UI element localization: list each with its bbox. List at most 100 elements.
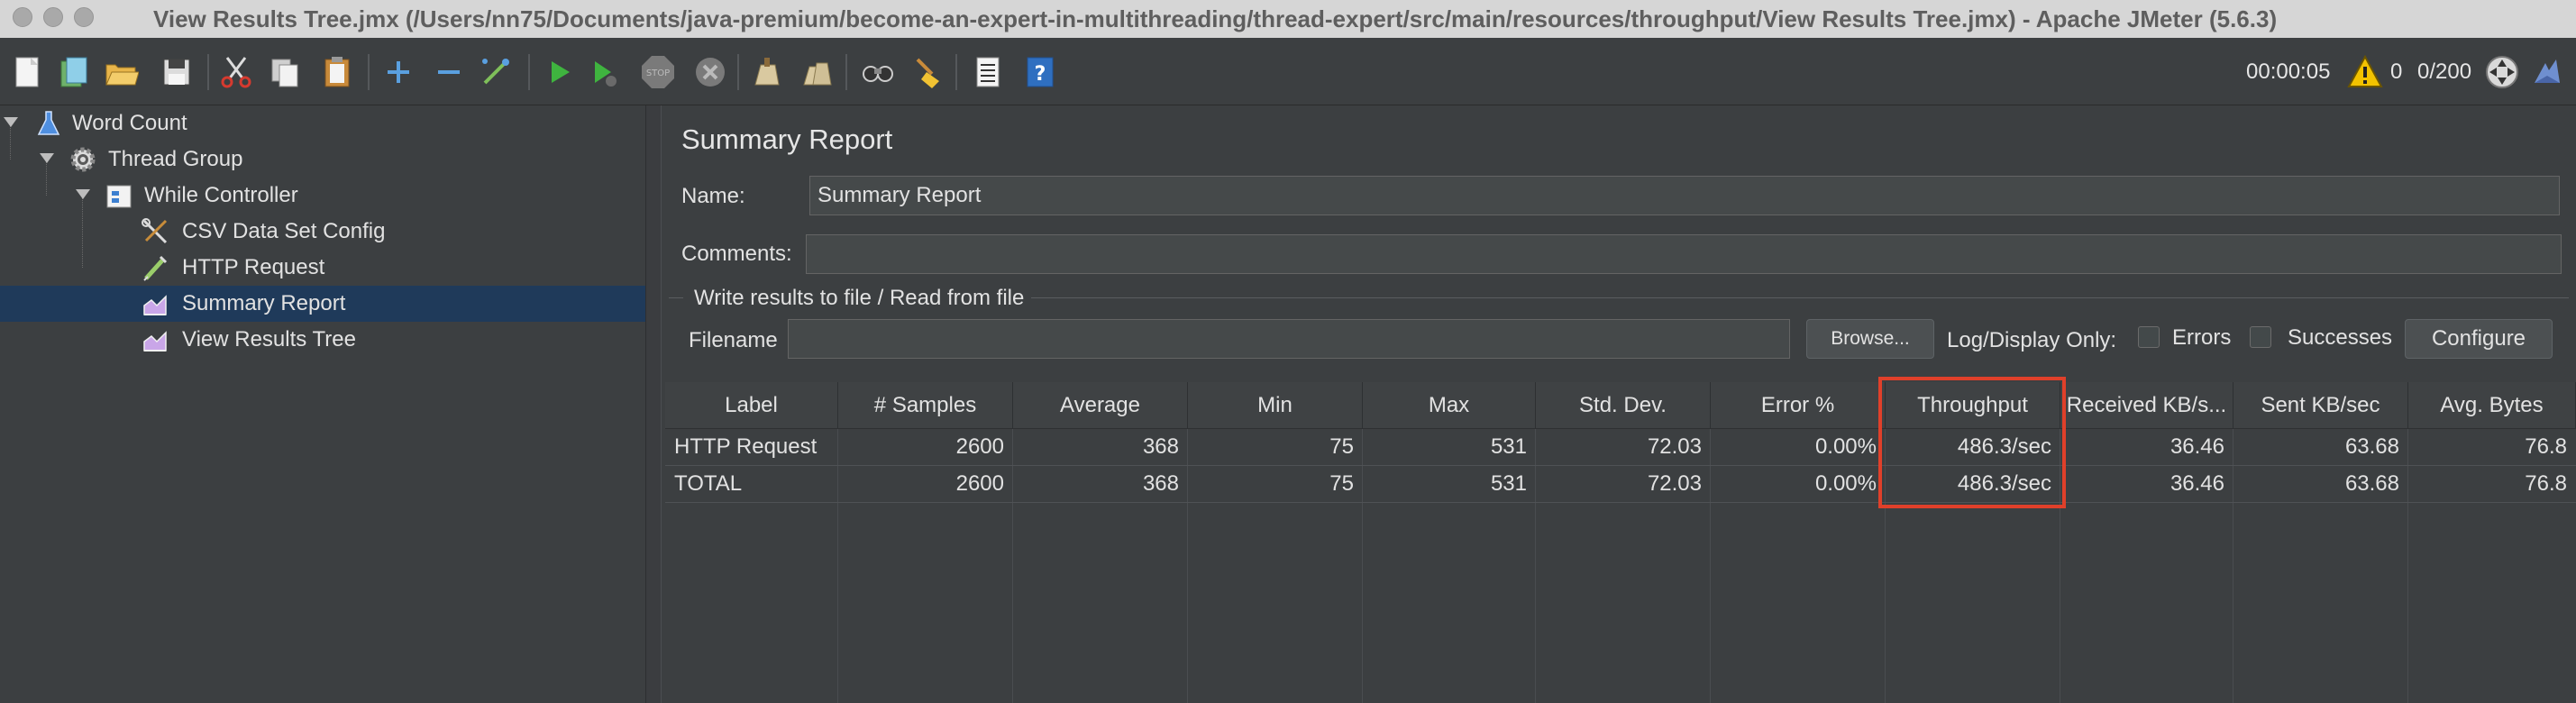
tree-item-view-results-tree[interactable]: View Results Tree (0, 322, 645, 358)
clear-all-icon[interactable] (799, 54, 835, 90)
table-cell: 63.68 (2344, 471, 2399, 496)
row-divider (665, 502, 2576, 503)
window-title: View Results Tree.jmx (/Users/nn75/Docum… (153, 5, 2278, 32)
column-header-samples[interactable]: # Samples (838, 382, 1013, 429)
browse-button[interactable]: Browse... (1806, 319, 1934, 359)
templates-icon[interactable] (56, 54, 92, 90)
controller-icon (106, 185, 132, 208)
warning-count: 0 (2390, 59, 2403, 84)
close-window-button[interactable] (13, 7, 32, 27)
tree-item-while-controller[interactable]: While Controller (0, 178, 645, 214)
stop-icon[interactable]: STOP (640, 54, 676, 90)
tree-item-label: Thread Group (108, 147, 243, 171)
column-header-sent-kb[interactable]: Sent KB/sec (2233, 382, 2408, 429)
successes-checkbox[interactable] (2250, 326, 2271, 348)
listener-icon (143, 331, 167, 352)
start-icon[interactable] (541, 54, 577, 90)
copy-icon[interactable] (267, 54, 303, 90)
table-cell: 63.68 (2344, 434, 2399, 459)
config-tools-icon (142, 218, 168, 244)
table-cell: 76.8 (2525, 434, 2567, 459)
column-header-average[interactable]: Average (1013, 382, 1188, 429)
comments-label: Comments: (681, 242, 792, 266)
file-group-title: Write results to file / Read from file (694, 286, 1025, 310)
tree-item-label: Summary Report (182, 291, 346, 315)
group-border (669, 297, 683, 298)
active-threads: 0/200 (2417, 59, 2472, 84)
comments-field[interactable] (806, 234, 2562, 274)
table-cell: 368 (1142, 434, 1179, 459)
table-cell: TOTAL (674, 471, 743, 496)
column-header-std-dev[interactable]: Std. Dev. (1536, 382, 1711, 429)
table-cell: 0.00% (1814, 434, 1877, 459)
column-header-received-kb[interactable]: Received KB/s... (2060, 382, 2233, 429)
svg-text:STOP: STOP (646, 68, 670, 78)
clear-icon[interactable] (748, 54, 784, 90)
search-icon[interactable] (860, 54, 896, 90)
table-cell: 2600 (955, 471, 1004, 496)
toolbar-separator (528, 54, 530, 90)
collapse-arrow-icon[interactable] (4, 117, 18, 127)
collapse-icon[interactable] (431, 54, 467, 90)
column-header-error-percent[interactable]: Error % (1711, 382, 1886, 429)
zoom-window-button[interactable] (74, 7, 94, 27)
tree-item-csv-data-set-config[interactable]: CSV Data Set Config (0, 214, 645, 250)
remote-engines-icon[interactable] (2484, 54, 2520, 90)
log-display-only-label: Log/Display Only: (1947, 328, 2117, 352)
panel-title: Summary Report (681, 123, 893, 155)
successes-label: Successes (2288, 325, 2393, 350)
tree-item-http-request[interactable]: HTTP Request (0, 250, 645, 286)
filename-field[interactable] (788, 319, 1790, 359)
tree-item-label: Word Count (72, 111, 187, 135)
tree-item-summary-report[interactable]: Summary Report (0, 286, 645, 322)
name-field[interactable]: Summary Report (809, 176, 2560, 215)
group-border (1031, 297, 2569, 298)
warning-icon[interactable] (2347, 54, 2383, 90)
tree-item-label: View Results Tree (182, 327, 356, 352)
start-no-pauses-icon[interactable] (586, 54, 622, 90)
new-icon[interactable] (9, 54, 45, 90)
toolbar-separator (207, 54, 209, 90)
collapse-arrow-icon[interactable] (40, 153, 54, 163)
expand-icon[interactable] (380, 54, 416, 90)
minimize-window-button[interactable] (43, 7, 63, 27)
save-icon[interactable] (159, 54, 195, 90)
collapse-arrow-icon[interactable] (76, 189, 90, 199)
errors-checkbox[interactable] (2138, 326, 2160, 348)
table-cell: 75 (1329, 471, 1354, 496)
table-cell: HTTP Request (674, 434, 818, 459)
tree-item-thread-group[interactable]: Thread Group (0, 142, 645, 178)
name-label: Name: (681, 184, 745, 208)
cut-icon[interactable] (218, 54, 254, 90)
table-cell: 2600 (955, 434, 1004, 459)
filename-label: Filename (689, 328, 778, 352)
summary-table: Label # Samples Average Min Max Std. Dev… (665, 377, 2576, 703)
toolbar-separator (368, 54, 370, 90)
tree-item-word-count[interactable]: Word Count (0, 105, 645, 142)
tree-item-label: While Controller (144, 183, 298, 207)
svg-text:?: ? (1035, 63, 1046, 86)
log-viewer-icon[interactable] (2529, 54, 2565, 90)
paste-icon[interactable] (319, 54, 355, 90)
table-cell: 531 (1490, 471, 1527, 496)
column-header-avg-bytes[interactable]: Avg. Bytes (2408, 382, 2576, 429)
column-header-min[interactable]: Min (1188, 382, 1363, 429)
toolbar-separator (845, 54, 847, 90)
errors-label: Errors (2172, 325, 2232, 350)
reset-search-icon[interactable] (909, 54, 945, 90)
help-icon[interactable]: ? (1022, 54, 1058, 90)
function-helper-icon[interactable] (970, 54, 1006, 90)
configure-button[interactable]: Configure (2405, 319, 2553, 359)
shutdown-icon[interactable] (692, 54, 728, 90)
panel-splitter[interactable] (645, 105, 662, 703)
tree-item-label: CSV Data Set Config (182, 219, 386, 243)
open-icon[interactable] (103, 54, 139, 90)
window-title-bar: View Results Tree.jmx (/Users/nn75/Docum… (0, 0, 2576, 39)
table-cell: 72.03 (1647, 471, 1702, 496)
column-header-label[interactable]: Label (665, 382, 838, 429)
column-header-max[interactable]: Max (1363, 382, 1536, 429)
toggle-icon[interactable] (478, 54, 514, 90)
gear-icon (70, 147, 96, 172)
table-cell: 36.46 (2170, 434, 2224, 459)
table-cell: 368 (1142, 471, 1179, 496)
